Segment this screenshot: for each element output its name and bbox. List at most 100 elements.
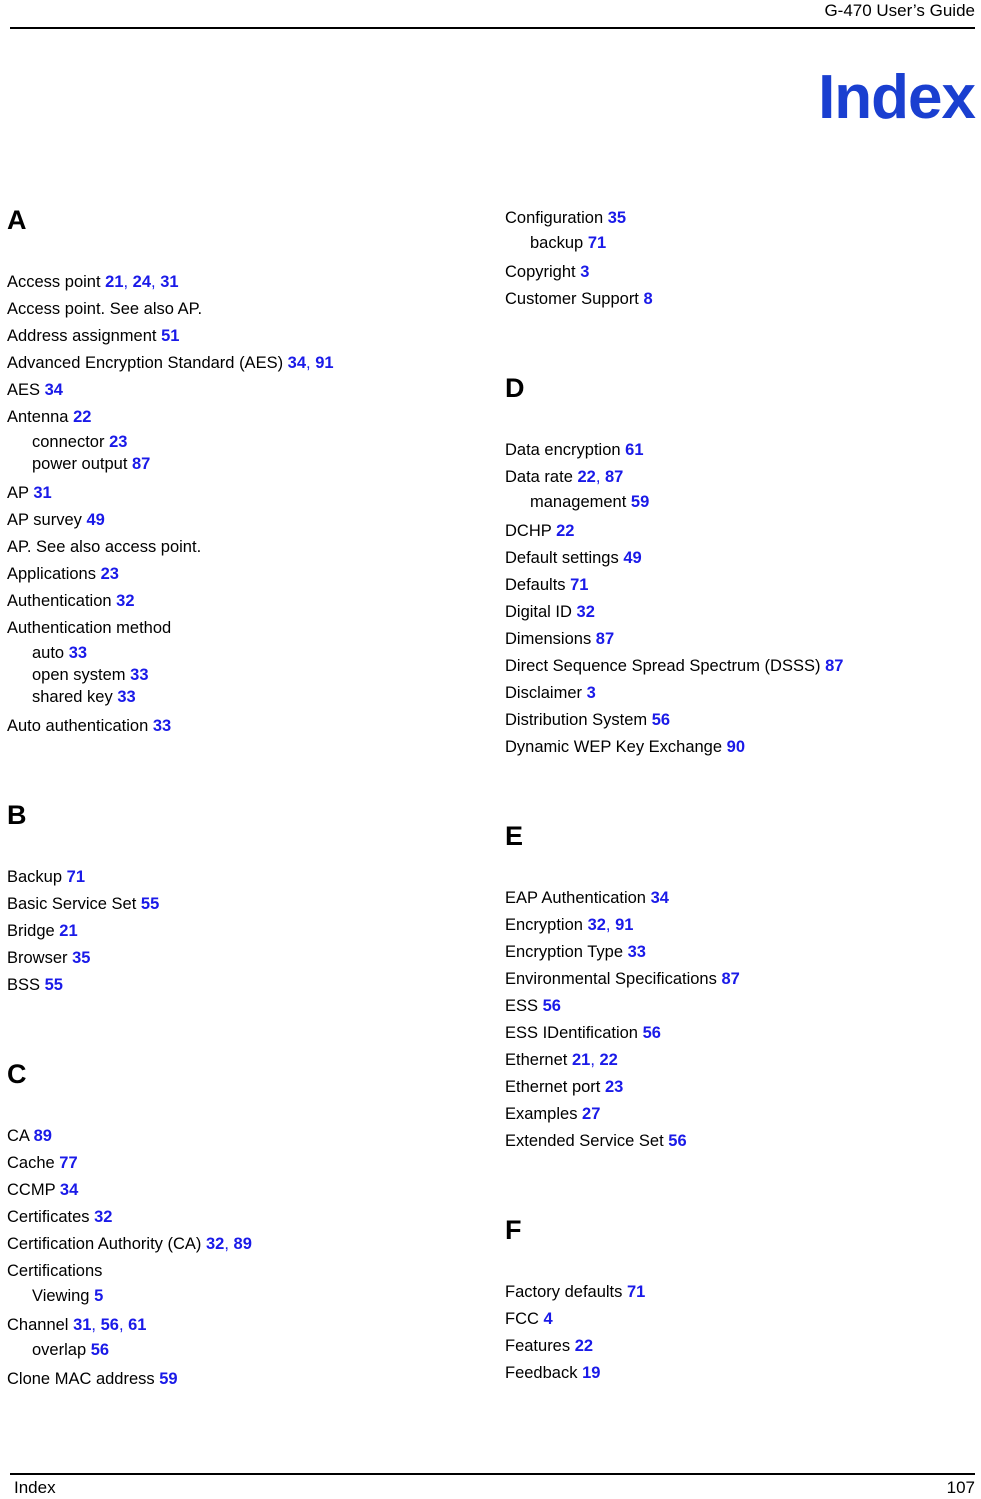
page-reference-link[interactable]: 3 xyxy=(587,684,596,702)
index-subentry: shared key 33 xyxy=(7,686,477,708)
page-reference-link[interactable]: 22 xyxy=(73,408,91,426)
index-entry: Advanced Encryption Standard (AES) 34, 9… xyxy=(7,350,477,377)
page-reference-link[interactable]: 49 xyxy=(623,549,641,567)
index-entry-label: Certifications xyxy=(7,1262,103,1280)
index-entry-label: Environmental Specifications xyxy=(505,970,717,988)
index-entry: Copyright 3 xyxy=(505,254,975,286)
page-reference-link[interactable]: 56 xyxy=(652,711,670,729)
page-reference-link[interactable]: 19 xyxy=(582,1364,600,1382)
page-reference-link[interactable]: 21 xyxy=(59,922,77,940)
page-reference-link[interactable]: 91 xyxy=(315,354,333,372)
page-reference-link[interactable]: 35 xyxy=(72,949,90,967)
page-reference-link[interactable]: 71 xyxy=(588,234,606,252)
index-entry-label: BSS xyxy=(7,976,41,994)
page-reference-link[interactable]: 34 xyxy=(45,381,63,399)
page-reference-link[interactable]: 34 xyxy=(288,354,306,372)
page-reference-link[interactable]: 55 xyxy=(45,976,63,994)
page-reference-link[interactable]: 3 xyxy=(580,263,589,281)
index-entry: BSS 55 xyxy=(7,972,477,999)
page-reference-link[interactable]: 22 xyxy=(577,468,595,486)
page-reference-link[interactable]: 4 xyxy=(544,1310,553,1328)
page-reference-link[interactable]: 59 xyxy=(159,1370,177,1388)
index-entry: Auto authentication 33 xyxy=(7,708,477,740)
page-reference-link[interactable]: 32 xyxy=(94,1208,112,1226)
index-subentry: Viewing 5 xyxy=(7,1285,477,1307)
page-reference-link[interactable]: 34 xyxy=(60,1181,78,1199)
page-reference-link[interactable]: 32 xyxy=(577,603,595,621)
index-subentry: management 59 xyxy=(505,491,975,513)
page-reference-link[interactable]: 55 xyxy=(141,895,159,913)
page-reference-link[interactable]: 23 xyxy=(109,433,127,451)
page-reference-link[interactable]: 8 xyxy=(644,290,653,308)
page-reference-link[interactable]: 23 xyxy=(101,565,119,583)
page-reference-link[interactable]: 33 xyxy=(69,644,87,662)
page-reference-link[interactable]: 33 xyxy=(153,717,171,735)
index-entry-label: Browser xyxy=(7,949,68,967)
index-entry: Access point. See also AP. xyxy=(7,296,477,323)
page-reference-link[interactable]: 56 xyxy=(668,1132,686,1150)
page-reference-link[interactable]: 34 xyxy=(651,889,669,907)
page-reference-link[interactable]: 33 xyxy=(117,688,135,706)
section-letter-heading: F xyxy=(505,1215,522,1245)
index-entry-label: ESS xyxy=(505,997,539,1015)
page-reference-link[interactable]: 71 xyxy=(570,576,588,594)
page-reference-link[interactable]: 35 xyxy=(608,209,626,227)
page-reference-link[interactable]: 32 xyxy=(116,592,134,610)
page-reference-link[interactable]: 32 xyxy=(206,1235,224,1253)
index-column-right: Configuration 35 backup 71 Copyright 3 Cust… xyxy=(505,205,975,1387)
page-reference-link[interactable]: 22 xyxy=(556,522,574,540)
page-reference-link[interactable]: 89 xyxy=(234,1235,252,1253)
page-reference-link[interactable]: 49 xyxy=(87,511,105,529)
index-entry-label: Basic Service Set xyxy=(7,895,137,913)
header-divider xyxy=(10,27,975,29)
page-reference-link[interactable]: 22 xyxy=(600,1051,618,1069)
page-reference-link[interactable]: 87 xyxy=(132,455,150,473)
index-entry: Applications 23 xyxy=(7,561,477,588)
page-reference-link[interactable]: 32 xyxy=(588,916,606,934)
page-reference-link[interactable]: 22 xyxy=(575,1337,593,1355)
page-reference-link[interactable]: 71 xyxy=(67,868,85,886)
page-reference-link[interactable]: 89 xyxy=(34,1127,52,1145)
page-reference-link[interactable]: 31 xyxy=(160,273,178,291)
page-reference-link[interactable]: 33 xyxy=(628,943,646,961)
page-reference-link[interactable]: 24 xyxy=(133,273,151,291)
page-reference-link[interactable]: 21 xyxy=(105,273,123,291)
index-entry: Disclaimer 3 xyxy=(505,680,975,707)
index-section-continued: Configuration 35 backup 71 Copyright 3 Cust… xyxy=(505,205,975,313)
page-reference-link[interactable]: 59 xyxy=(631,493,649,511)
running-header-title: G-470 User’s Guide xyxy=(824,1,975,20)
index-entry: Default settings 49 xyxy=(505,545,975,572)
page-reference-link[interactable]: 87 xyxy=(596,630,614,648)
index-entry-label: Data rate xyxy=(505,468,573,486)
page-reference-link[interactable]: 87 xyxy=(605,468,623,486)
index-entry-label: Factory defaults xyxy=(505,1283,623,1301)
index-entry-label: FCC xyxy=(505,1310,539,1328)
section-letter-heading: A xyxy=(7,205,27,235)
page-reference-link[interactable]: 23 xyxy=(605,1078,623,1096)
page-reference-link[interactable]: 61 xyxy=(625,441,643,459)
page-reference-link[interactable]: 31 xyxy=(73,1316,91,1334)
index-entry-label: management xyxy=(530,493,627,511)
page-reference-link[interactable]: 87 xyxy=(825,657,843,675)
index-entry-label: overlap xyxy=(32,1341,87,1359)
page-reference-link[interactable]: 21 xyxy=(572,1051,590,1069)
page-reference-link[interactable]: 56 xyxy=(91,1341,109,1359)
page-reference-link[interactable]: 56 xyxy=(643,1024,661,1042)
index-entry-label: Encryption Type xyxy=(505,943,624,961)
page-reference-link[interactable]: 27 xyxy=(582,1105,600,1123)
page-reference-link[interactable]: 71 xyxy=(627,1283,645,1301)
page-reference-link[interactable]: 61 xyxy=(128,1316,146,1334)
page-reference-link[interactable]: 77 xyxy=(59,1154,77,1172)
index-entry-label: AES xyxy=(7,381,41,399)
index-entry: Bridge 21 xyxy=(7,918,477,945)
page-reference-link[interactable]: 31 xyxy=(33,484,51,502)
page-reference-link[interactable]: 51 xyxy=(161,327,179,345)
page-reference-link[interactable]: 56 xyxy=(543,997,561,1015)
page-reference-link[interactable]: 5 xyxy=(94,1287,103,1305)
page-reference-link[interactable]: 90 xyxy=(727,738,745,756)
page-reference-link[interactable]: 91 xyxy=(615,916,633,934)
page-reference-link[interactable]: 33 xyxy=(130,666,148,684)
page-reference-link[interactable]: 87 xyxy=(721,970,739,988)
page-ref-separator: , xyxy=(306,354,316,372)
page-reference-link[interactable]: 56 xyxy=(101,1316,119,1334)
